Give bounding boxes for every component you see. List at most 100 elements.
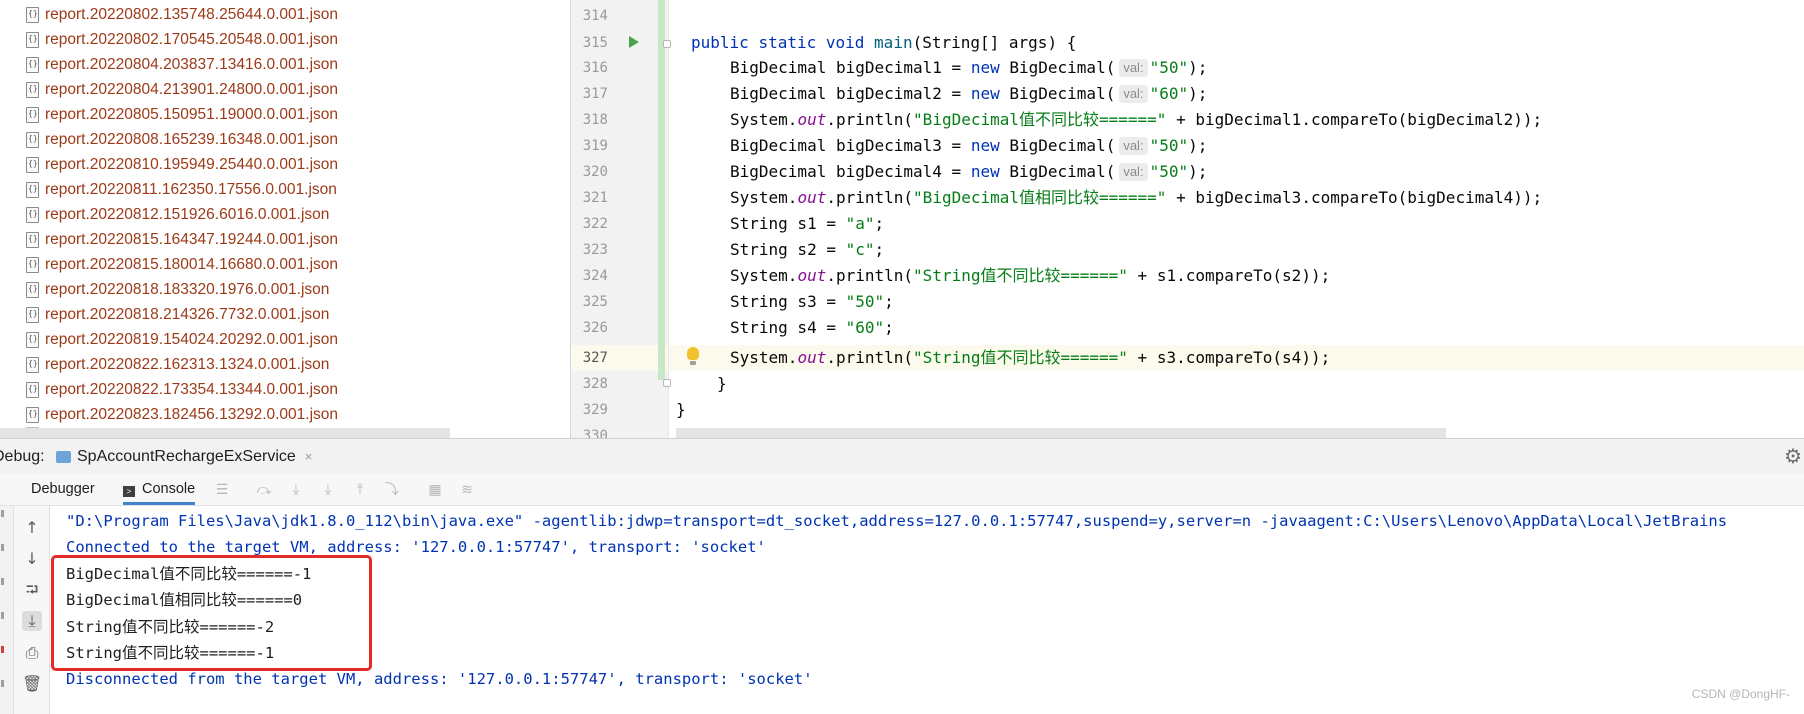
ide-top-area: report.20220802.135748.25644.0.001.json r… <box>0 0 1804 438</box>
file-tree-item[interactable]: report.20220811.162350.17556.0.001.json <box>26 177 338 202</box>
output-highlight-box <box>51 555 372 671</box>
file-tree-item[interactable]: report.20220808.165239.16348.0.001.json <box>26 127 338 152</box>
code-line-316: BigDecimal bigDecimal1 = new BigDecimal(… <box>730 58 1208 77</box>
file-name: report.20220818.214326.7732.0.001.json <box>45 305 330 323</box>
file-name: report.20220810.195949.25440.0.001.json <box>45 155 339 173</box>
line-number[interactable]: 319 <box>571 133 608 159</box>
file-tree-item[interactable]: report.20220818.183320.1976.0.001.json <box>26 277 338 302</box>
strip-marker[interactable] <box>1 544 4 551</box>
file-tree-item[interactable]: report.20220822.173354.13344.0.001.json <box>26 377 338 402</box>
step-into-icon[interactable]: ⤓ <box>320 482 336 498</box>
fold-open-icon[interactable] <box>663 40 671 48</box>
file-name: report.20220802.170545.20548.0.001.json <box>45 30 339 48</box>
code-editor[interactable]: 314 315 316 317 318 319 320 321 322 323 324 325 326 3… <box>571 0 1804 438</box>
json-file-icon <box>26 106 39 123</box>
step-over-icon[interactable]: ⤓ <box>288 482 304 498</box>
debug-tool-window: Debug: SpAccountRechargeExService × ⚙ De… <box>0 438 1804 714</box>
line-number[interactable]: 329 <box>571 397 608 423</box>
gear-icon[interactable]: ⚙ <box>1784 445 1802 467</box>
file-name: report.20220804.203837.13416.0.001.json <box>45 55 339 73</box>
trace-stream-icon[interactable]: ≋ <box>459 482 475 498</box>
json-file-icon <box>26 331 39 348</box>
fold-close-icon[interactable] <box>663 379 671 387</box>
file-tree-item[interactable]: report.20220819.154024.20292.0.001.json <box>26 327 338 352</box>
evaluate-expression-icon[interactable]: ▦ <box>427 482 443 498</box>
run-to-cursor-icon[interactable]: ⤵ <box>384 482 400 498</box>
json-file-icon <box>26 31 39 48</box>
file-tree-item[interactable]: report.20220815.164347.19244.0.001.json <box>26 227 338 252</box>
code-line-323: String s2 = "c"; <box>730 240 885 259</box>
strip-marker[interactable] <box>1 612 4 619</box>
file-tree-item[interactable]: report.20220802.170545.20548.0.001.json <box>26 27 338 52</box>
line-number[interactable]: 323 <box>571 237 608 263</box>
line-number[interactable]: 317 <box>571 81 608 107</box>
line-number[interactable]: 328 <box>571 371 608 397</box>
debug-title-bar: Debug: SpAccountRechargeExService × ⚙ <box>0 438 1804 474</box>
param-hint: val: <box>1119 163 1148 181</box>
project-tree-panel: report.20220802.135748.25644.0.001.json r… <box>0 0 568 438</box>
code-line-315: public static void main(String[] args) { <box>691 33 1077 52</box>
file-tree-item[interactable]: report.20220815.180014.16680.0.001.json <box>26 252 338 277</box>
soft-wrap-icon[interactable]: ⮒ <box>22 580 42 600</box>
code-line-320: BigDecimal bigDecimal4 = new BigDecimal(… <box>730 162 1208 181</box>
scroll-to-end-icon[interactable]: ⤓ <box>22 611 42 631</box>
strip-marker[interactable] <box>1 578 4 585</box>
json-file-icon <box>26 356 39 373</box>
line-number[interactable]: 325 <box>571 289 608 315</box>
file-tree-item[interactable]: report.20220804.213901.24800.0.001.json <box>26 77 338 102</box>
line-number[interactable]: 321 <box>571 185 608 211</box>
line-number[interactable]: 318 <box>571 107 608 133</box>
line-number[interactable]: 326 <box>571 315 608 341</box>
step-out-icon[interactable]: ⤒ <box>352 482 368 498</box>
file-tree-item[interactable]: report.20220804.203837.13416.0.001.json <box>26 52 338 77</box>
file-tree-item[interactable]: report.20220812.151926.6016.0.001.json <box>26 202 338 227</box>
file-name: report.20220802.135748.25644.0.001.json <box>45 5 339 23</box>
strip-marker[interactable] <box>1 646 4 653</box>
debug-session-tab[interactable]: SpAccountRechargeExService × <box>56 439 312 474</box>
debug-label: Debug: <box>0 448 45 465</box>
project-horizontal-scrollbar[interactable] <box>0 428 450 438</box>
vcs-change-marker[interactable] <box>658 0 665 380</box>
json-file-icon <box>26 181 39 198</box>
file-name: report.20220822.173354.13344.0.001.json <box>45 380 339 398</box>
trash-icon[interactable]: 🗑 <box>22 674 42 694</box>
up-arrow-icon[interactable]: ↑ <box>22 518 42 538</box>
line-number[interactable]: 327 <box>571 345 608 371</box>
show-execution-point-icon[interactable]: ⤼ <box>256 482 272 498</box>
print-icon[interactable]: ⎙ <box>22 643 42 663</box>
file-name: report.20220815.180014.16680.0.001.json <box>45 255 339 273</box>
file-tree-item[interactable]: report.20220818.214326.7732.0.001.json <box>26 302 338 327</box>
run-config-icon <box>56 450 71 463</box>
editor-horizontal-scrollbar[interactable] <box>676 428 1446 438</box>
code-line-328: } <box>717 374 727 393</box>
strip-marker[interactable] <box>1 510 4 517</box>
json-file-icon <box>26 81 39 98</box>
line-number[interactable]: 324 <box>571 263 608 289</box>
left-tool-strip <box>0 506 14 714</box>
file-name: report.20220815.164347.19244.0.001.json <box>45 230 339 248</box>
code-line-321: System.out.println("BigDecimal值相同比较=====… <box>730 188 1543 207</box>
intention-bulb-icon[interactable] <box>687 347 699 365</box>
line-number[interactable]: 314 <box>571 3 608 29</box>
tab-console[interactable]: > Console <box>123 474 196 505</box>
down-arrow-icon[interactable]: ↓ <box>22 549 42 569</box>
debug-toolbar: Debugger > Console ☰ ⤼ ⤓ ⤓ ⤒ ⤵ ▦ ≋ <box>0 474 1804 506</box>
line-number[interactable]: 316 <box>571 55 608 81</box>
line-number[interactable]: 315 <box>571 30 608 56</box>
run-main-icon[interactable] <box>629 36 639 48</box>
close-icon[interactable]: × <box>305 449 313 464</box>
line-number[interactable]: 320 <box>571 159 608 185</box>
file-tree-item[interactable]: report.20220805.150951.19000.0.001.json <box>26 102 338 127</box>
file-tree-item[interactable]: report.20220802.135748.25644.0.001.json <box>26 2 338 27</box>
json-file-icon <box>26 256 39 273</box>
tab-debugger[interactable]: Debugger <box>31 474 95 505</box>
layout-menu-icon[interactable]: ☰ <box>214 482 230 498</box>
json-file-icon <box>26 231 39 248</box>
file-tree-item[interactable]: report.20220810.195949.25440.0.001.json <box>26 152 338 177</box>
file-tree-item[interactable]: report.20220822.162313.1324.0.001.json <box>26 352 338 377</box>
file-tree-item[interactable]: report.20220823.182456.13292.0.001.json <box>26 402 338 427</box>
strip-marker[interactable] <box>1 680 4 687</box>
json-file-icon <box>26 281 39 298</box>
line-number[interactable]: 330 <box>571 423 608 438</box>
line-number[interactable]: 322 <box>571 211 608 237</box>
